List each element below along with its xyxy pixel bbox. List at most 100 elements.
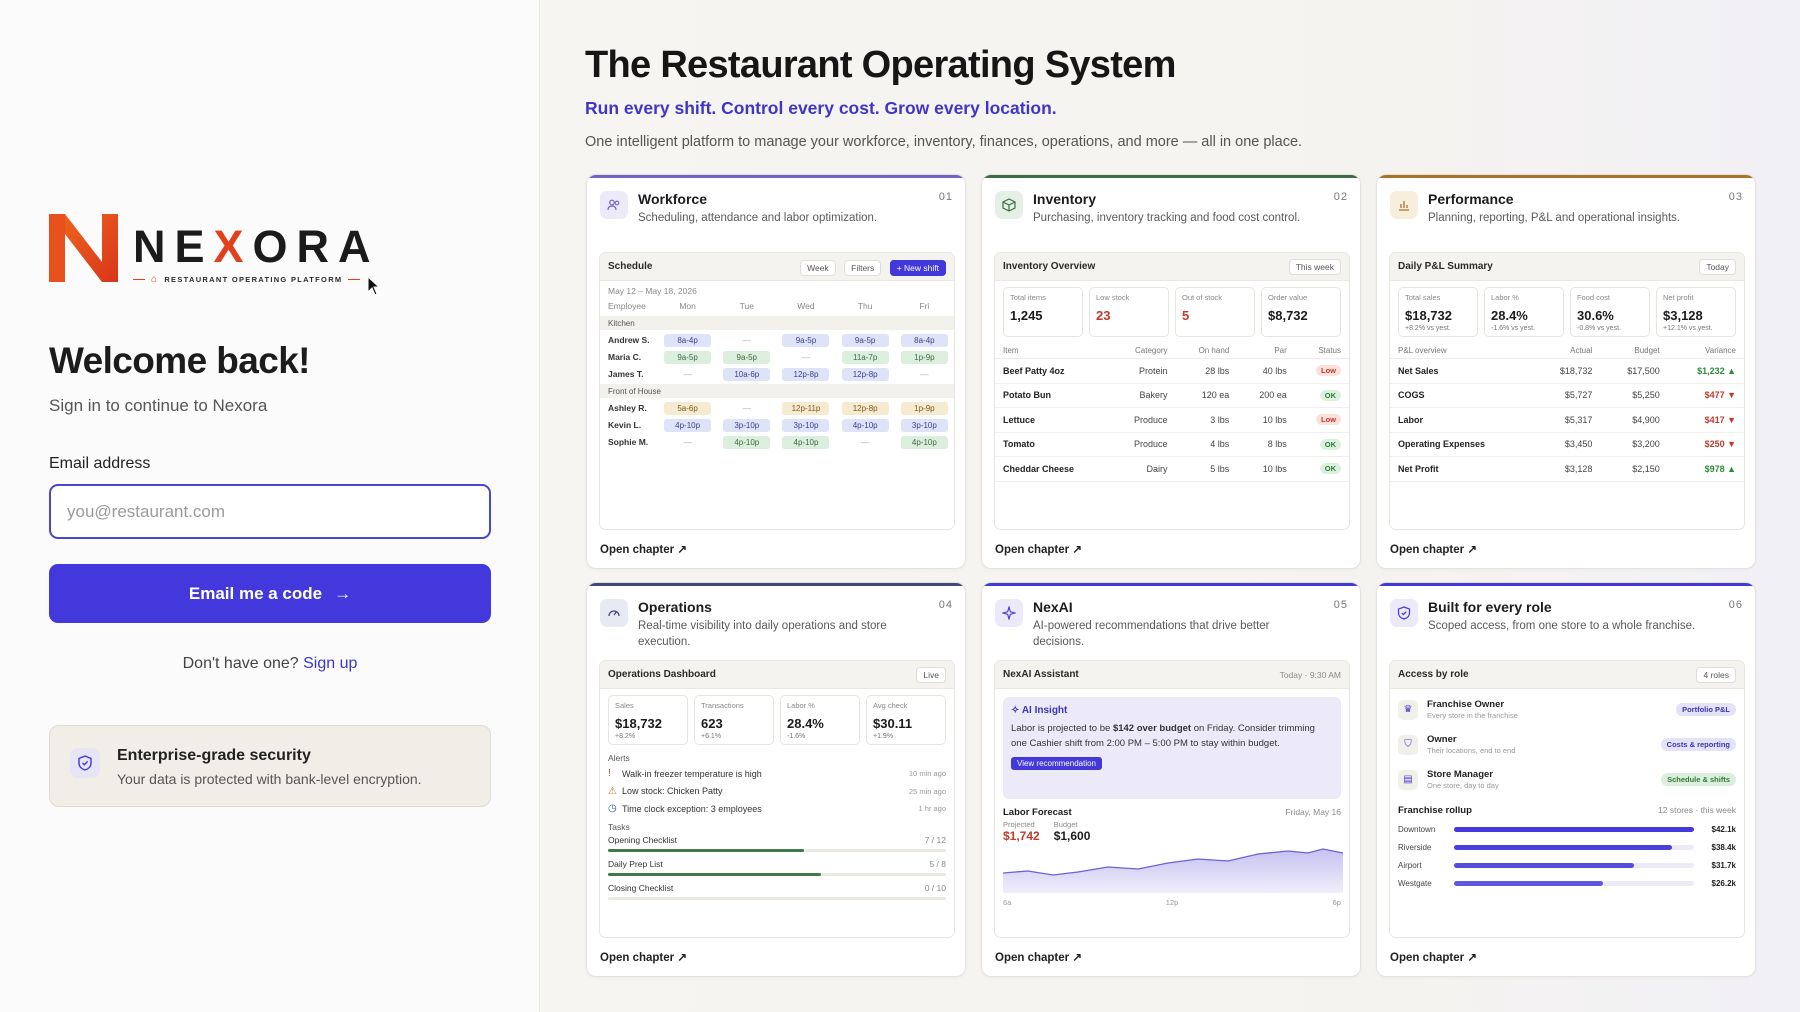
- schedule-cell[interactable]: 4p-10p: [717, 435, 776, 449]
- shift-chip[interactable]: 12p-11p: [782, 401, 830, 415]
- schedule-cell[interactable]: 9a-5p: [836, 333, 895, 347]
- shift-chip[interactable]: 3p-10p: [723, 418, 771, 432]
- shift-chip[interactable]: 8a-4p: [664, 333, 712, 347]
- roles-open-chapter[interactable]: Open chapter ↗: [1390, 950, 1477, 964]
- shift-chip[interactable]: 12p-8p: [841, 401, 889, 415]
- pl-row[interactable]: COGS $5,727 $5,250 $477 ▼: [1390, 383, 1744, 408]
- shift-chip[interactable]: 9a-5p: [782, 333, 830, 347]
- schedule-cell[interactable]: 1p-9p: [895, 401, 954, 415]
- schedule-cell[interactable]: —: [895, 367, 954, 381]
- rollup-row: Westgate $26.2k: [1390, 874, 1744, 892]
- shift-chip[interactable]: 3p-10p: [782, 418, 830, 432]
- shift-chip[interactable]: 9a-5p: [664, 350, 712, 364]
- shift-chip[interactable]: 5a-6p: [664, 401, 712, 415]
- nexai-open-chapter[interactable]: Open chapter ↗: [995, 950, 1082, 964]
- schedule-cell[interactable]: 12p-8p: [836, 401, 895, 415]
- schedule-cell[interactable]: —: [836, 435, 895, 449]
- operations-open-chapter[interactable]: Open chapter ↗: [600, 950, 687, 964]
- alert-item[interactable]: ⚠ Low stock: Chicken Patty 25 min ago: [600, 783, 954, 801]
- performance-card[interactable]: Performance Planning, reporting, P&L and…: [1376, 174, 1756, 569]
- shift-chip[interactable]: 4p-10p: [723, 435, 771, 449]
- shift-chip[interactable]: 11a-7p: [841, 350, 889, 364]
- schedule-cell[interactable]: 3p-10p: [895, 418, 954, 432]
- role-item[interactable]: ⛉ Owner Their locations, end to end Costs &…: [1390, 727, 1744, 762]
- schedule-cell[interactable]: —: [717, 401, 776, 415]
- role-item[interactable]: ♛ Franchise Owner Every store in the franc…: [1390, 692, 1744, 727]
- view-recommendation-button[interactable]: View recommendation: [1011, 757, 1103, 770]
- schedule-cell[interactable]: —: [717, 333, 776, 347]
- schedule-cell[interactable]: —: [658, 435, 717, 449]
- shift-chip[interactable]: 8a-4p: [900, 333, 948, 347]
- task-item[interactable]: Opening Checklist 7 / 12: [600, 832, 954, 856]
- schedule-cell[interactable]: 11a-7p: [836, 350, 895, 364]
- operations-number: 04: [938, 599, 953, 611]
- week-button[interactable]: Week: [800, 259, 836, 276]
- schedule-cell[interactable]: 4p-10p: [658, 418, 717, 432]
- schedule-cell[interactable]: 1p-9p: [895, 350, 954, 364]
- shift-chip[interactable]: 12p-8p: [782, 367, 830, 381]
- schedule-cell[interactable]: 3p-10p: [717, 418, 776, 432]
- email-code-button[interactable]: Email me a code →: [49, 564, 491, 623]
- schedule-cell[interactable]: 9a-5p: [717, 350, 776, 364]
- schedule-cell[interactable]: 3p-10p: [776, 418, 835, 432]
- performance-open-chapter[interactable]: Open chapter ↗: [1390, 542, 1477, 556]
- shift-chip[interactable]: 4p-10p: [841, 418, 889, 432]
- role-item[interactable]: ▤ Store Manager One store, day to day Sched…: [1390, 762, 1744, 797]
- inventory-period-select[interactable]: This week: [1288, 258, 1341, 275]
- pl-row[interactable]: Operating Expenses $3,450 $3,200 $250 ▼: [1390, 432, 1744, 457]
- inventory-cell: 40 lbs: [1237, 358, 1295, 384]
- signup-link[interactable]: Sign up: [303, 655, 357, 672]
- schedule-cell[interactable]: —: [776, 350, 835, 364]
- schedule-cell[interactable]: 8a-4p: [895, 333, 954, 347]
- schedule-cell[interactable]: 9a-5p: [658, 350, 717, 364]
- shift-chip[interactable]: 4p-10p: [782, 435, 830, 449]
- operations-card[interactable]: Operations Real-time visibility into dai…: [586, 582, 966, 977]
- email-input[interactable]: [49, 484, 491, 539]
- pl-period-select[interactable]: Today: [1699, 258, 1736, 275]
- shift-chip[interactable]: 9a-5p: [841, 333, 889, 347]
- shift-chip[interactable]: 1p-9p: [900, 350, 948, 364]
- schedule-cell[interactable]: —: [658, 367, 717, 381]
- schedule-cell[interactable]: 12p-8p: [836, 367, 895, 381]
- shift-chip[interactable]: 4p-10p: [664, 418, 712, 432]
- shift-chip[interactable]: 9a-5p: [723, 350, 771, 364]
- inventory-row[interactable]: Beef Patty 4oz Protein 28 lbs 40 lbs Low: [995, 358, 1349, 384]
- shift-chip[interactable]: 1p-9p: [900, 401, 948, 415]
- schedule-cell[interactable]: 12p-8p: [776, 367, 835, 381]
- shift-chip[interactable]: 3p-10p: [900, 418, 948, 432]
- schedule-cell[interactable]: 9a-5p: [776, 333, 835, 347]
- schedule-cell[interactable]: 4p-10p: [776, 435, 835, 449]
- alert-item[interactable]: ◷ Time clock exception: 3 employees 1 hr a…: [600, 800, 954, 818]
- role-name: Store Manager: [1427, 769, 1493, 780]
- inventory-row[interactable]: Lettuce Produce 3 lbs 10 lbs Low: [995, 407, 1349, 433]
- pl-row[interactable]: Net Sales $18,732 $17,500 $1,232 ▲: [1390, 358, 1744, 384]
- roles-card[interactable]: Built for every role Scoped access, from…: [1376, 582, 1756, 977]
- alert-item[interactable]: ! Walk-in freezer temperature is high 10 m…: [600, 765, 954, 783]
- workforce-open-chapter[interactable]: Open chapter ↗: [600, 542, 687, 556]
- schedule-cell[interactable]: 10a-6p: [717, 367, 776, 381]
- pl-row[interactable]: Labor $5,317 $4,900 $417 ▼: [1390, 407, 1744, 433]
- alert-icon: ⚠: [608, 785, 617, 797]
- inventory-open-chapter[interactable]: Open chapter ↗: [995, 542, 1082, 556]
- schedule-cell[interactable]: 4p-10p: [895, 435, 954, 449]
- pl-row[interactable]: Net Profit $3,128 $2,150 $978 ▲: [1390, 456, 1744, 482]
- nexai-card[interactable]: NexAI AI-powered recommendations that dr…: [981, 582, 1361, 977]
- workforce-card[interactable]: Workforce Scheduling, attendance and lab…: [586, 174, 966, 569]
- inventory-row[interactable]: Cheddar Cheese Dairy 5 lbs 10 lbs OK: [995, 456, 1349, 482]
- task-item[interactable]: Closing Checklist 0 / 10: [600, 880, 954, 904]
- shift-chip[interactable]: 4p-10p: [900, 435, 948, 449]
- shift-chip[interactable]: 12p-8p: [841, 367, 889, 381]
- shift-chip[interactable]: 10a-6p: [723, 367, 771, 381]
- task-name: Closing Checklist: [608, 882, 674, 893]
- filters-button[interactable]: Filters: [844, 259, 882, 276]
- schedule-cell[interactable]: 8a-4p: [658, 333, 717, 347]
- schedule-cell[interactable]: 5a-6p: [658, 401, 717, 415]
- inventory-row[interactable]: Tomato Produce 4 lbs 8 lbs OK: [995, 432, 1349, 457]
- inventory-row[interactable]: Potato Bun Bakery 120 ea 200 ea OK: [995, 383, 1349, 408]
- schedule-cell[interactable]: 12p-11p: [776, 401, 835, 415]
- inventory-card[interactable]: Inventory Purchasing, inventory tracking…: [981, 174, 1361, 569]
- task-item[interactable]: Daily Prep List 5 / 8: [600, 856, 954, 880]
- pl-column-header: Actual: [1532, 343, 1601, 359]
- new-shift-button[interactable]: + New shift: [889, 259, 946, 276]
- schedule-cell[interactable]: 4p-10p: [836, 418, 895, 432]
